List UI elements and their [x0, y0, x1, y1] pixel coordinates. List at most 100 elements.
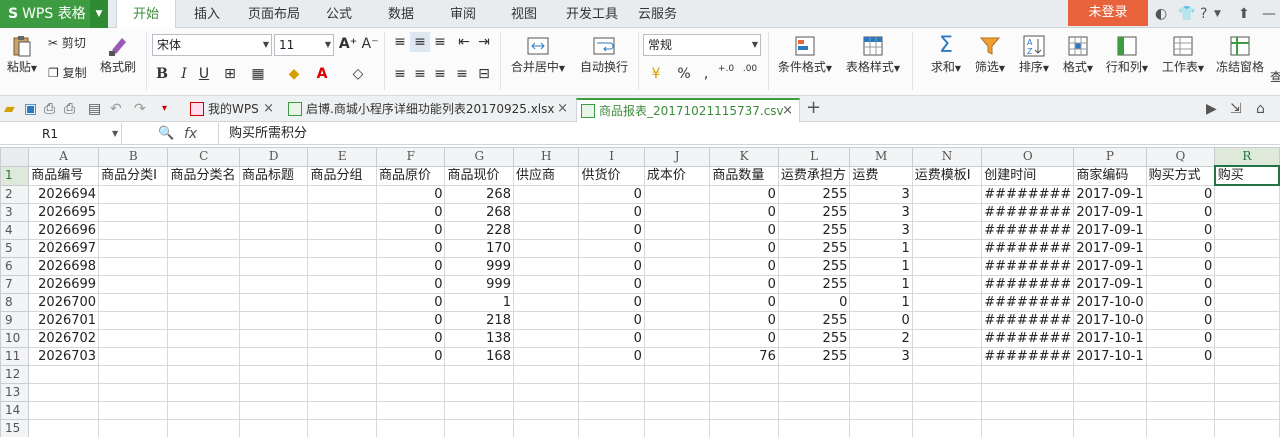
distributed-icon[interactable]: ⊟ [474, 64, 494, 84]
cell-p6[interactable]: 2017-09-1 [1073, 256, 1147, 276]
currency-icon[interactable]: ¥ [646, 64, 666, 84]
cell-k6[interactable]: 0 [709, 256, 779, 276]
sort-button[interactable]: AZ 排序▼ [1014, 34, 1054, 75]
cell-o11[interactable]: ######## [981, 346, 1075, 366]
row-header[interactable]: 5 [0, 238, 30, 258]
cell-j7[interactable] [643, 274, 711, 294]
close-icon[interactable]: × [557, 98, 568, 120]
row-header[interactable]: 2 [0, 184, 30, 204]
cell-j11[interactable] [643, 346, 711, 366]
indent-increase-icon[interactable]: ⇥ [474, 32, 494, 52]
cell-p15[interactable] [1073, 418, 1147, 437]
cell-c11[interactable] [167, 346, 240, 366]
row-header[interactable]: 15 [0, 418, 30, 437]
cell-l2[interactable]: 255 [777, 184, 851, 204]
collapse-icon[interactable]: ⇲ [1230, 99, 1242, 119]
cell-l8[interactable]: 0 [777, 292, 851, 312]
column-header-e[interactable]: E [307, 147, 377, 167]
cell-g11[interactable]: 168 [444, 346, 514, 366]
cell-c9[interactable] [167, 310, 240, 330]
cut-button[interactable]: ✂ 剪切 [48, 34, 86, 51]
cell-q9[interactable]: 0 [1145, 310, 1216, 330]
cell-k1[interactable]: 商品数量 [709, 165, 779, 186]
close-icon[interactable]: × [263, 98, 274, 120]
column-header-a[interactable]: A [28, 147, 100, 167]
cell-q3[interactable]: 0 [1145, 202, 1216, 222]
cell-b12[interactable] [98, 364, 169, 384]
cell-i14[interactable] [578, 400, 645, 420]
cell-j1[interactable]: 成本价 [643, 165, 711, 186]
cell-n4[interactable] [911, 220, 983, 240]
undo-icon[interactable]: ↶ [110, 99, 122, 119]
cell-k13[interactable] [709, 382, 779, 402]
cell-j10[interactable] [643, 328, 711, 348]
menu-developer[interactable]: 开发工具 [566, 0, 618, 28]
cell-r13[interactable] [1214, 382, 1280, 402]
cell-l14[interactable] [777, 400, 851, 420]
minimize-icon[interactable]: — [1262, 4, 1276, 24]
cell-g13[interactable] [444, 382, 514, 402]
cell-n8[interactable] [911, 292, 983, 312]
cell-q15[interactable] [1145, 418, 1216, 437]
italic-icon[interactable]: I [174, 64, 194, 84]
cell-i3[interactable]: 0 [578, 202, 645, 222]
cell-a13[interactable] [28, 382, 100, 402]
cell-j5[interactable] [643, 238, 711, 258]
function-button[interactable]: fx [184, 123, 197, 145]
fill-pattern-icon[interactable]: ▦ [248, 64, 268, 84]
cell-k5[interactable]: 0 [709, 238, 779, 258]
select-all-corner[interactable] [0, 147, 30, 167]
row-header[interactable]: 6 [0, 256, 30, 276]
wrap-text-button[interactable]: 自动换行 [576, 34, 632, 75]
row-header[interactable]: 11 [0, 346, 30, 366]
cell-l3[interactable]: 255 [777, 202, 851, 222]
cell-g12[interactable] [444, 364, 514, 384]
decrease-font-icon[interactable]: A⁻ [360, 34, 380, 54]
increase-decimal-button[interactable]: +.0 [716, 64, 736, 84]
cell-l13[interactable] [777, 382, 851, 402]
cell-m15[interactable] [849, 418, 913, 437]
cell-e11[interactable] [307, 346, 377, 366]
cell-m3[interactable]: 3 [849, 202, 913, 222]
cell-d6[interactable] [238, 256, 309, 276]
cell-l10[interactable]: 255 [777, 328, 851, 348]
cell-g7[interactable]: 999 [444, 274, 514, 294]
cell-k12[interactable] [709, 364, 779, 384]
cell-m6[interactable]: 1 [849, 256, 913, 276]
cell-c12[interactable] [167, 364, 240, 384]
row-header[interactable]: 7 [0, 274, 30, 294]
tab-my-wps[interactable]: 我的WPS × [186, 98, 280, 122]
rows-columns-button[interactable]: 行和列▼ [1102, 34, 1152, 75]
cell-g3[interactable]: 268 [444, 202, 514, 222]
cell-o4[interactable]: ######## [981, 220, 1075, 240]
cell-k11[interactable]: 76 [709, 346, 779, 366]
cell-j3[interactable] [643, 202, 711, 222]
cell-j13[interactable] [643, 382, 711, 402]
cell-d9[interactable] [238, 310, 309, 330]
cell-b7[interactable] [98, 274, 169, 294]
open-folder-icon[interactable]: ▰ [4, 99, 15, 119]
cell-f12[interactable] [375, 364, 446, 384]
cell-f10[interactable]: 0 [375, 328, 446, 348]
cell-p5[interactable]: 2017-09-1 [1073, 238, 1147, 258]
cell-d2[interactable] [238, 184, 309, 204]
underline-icon[interactable]: U [194, 64, 214, 84]
cell-c13[interactable] [167, 382, 240, 402]
cell-r12[interactable] [1214, 364, 1280, 384]
cell-f15[interactable] [375, 418, 446, 437]
cell-p12[interactable] [1073, 364, 1147, 384]
chevron-down-icon[interactable]: ▼ [90, 0, 108, 28]
cell-q8[interactable]: 0 [1145, 292, 1216, 312]
cell-k14[interactable] [709, 400, 779, 420]
cell-f3[interactable]: 0 [375, 202, 446, 222]
table-style-button[interactable]: 表格样式▼ [842, 34, 904, 75]
cell-o1[interactable]: 创建时间 [981, 165, 1075, 186]
cell-c15[interactable] [167, 418, 240, 437]
cell-b15[interactable] [98, 418, 169, 437]
cell-o7[interactable]: ######## [981, 274, 1075, 294]
cell-f6[interactable]: 0 [375, 256, 446, 276]
cell-a9[interactable]: 2026701 [28, 310, 100, 330]
cell-b1[interactable]: 商品分类I [98, 165, 169, 186]
cell-j6[interactable] [643, 256, 711, 276]
formula-input[interactable]: 购买所需积分 [218, 123, 1280, 145]
